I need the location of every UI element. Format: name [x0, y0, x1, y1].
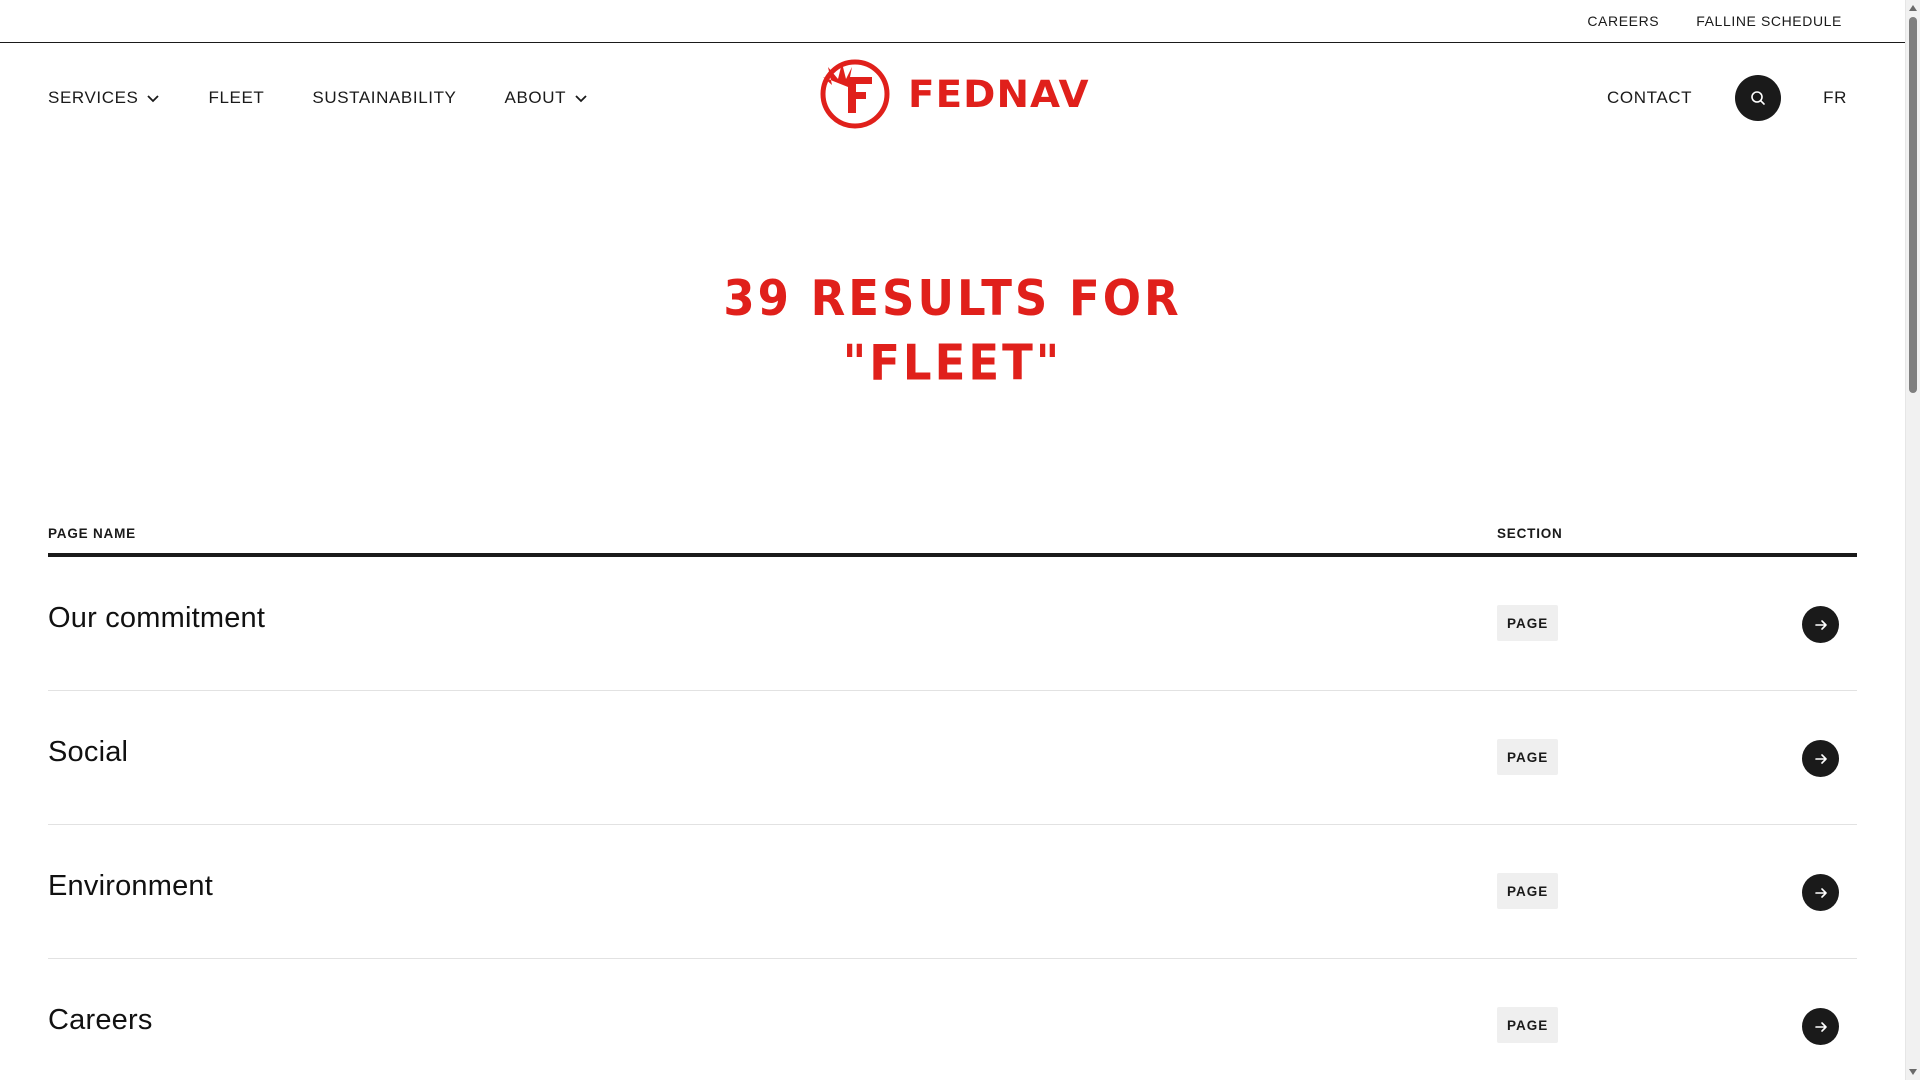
falline-schedule-link[interactable]: FALLINE SCHEDULE	[1696, 13, 1842, 29]
nav-item-sustainability[interactable]: SUSTAINABILITY	[312, 88, 456, 108]
chevron-down-icon	[147, 95, 160, 103]
nav-item-services-label: SERVICES	[48, 88, 139, 107]
scrollbar-thumb[interactable]	[1909, 17, 1917, 393]
section-badge: PAGE	[1497, 1007, 1559, 1043]
table-row[interactable]: Our commitment PAGE	[48, 557, 1857, 691]
result-title[interactable]: Social	[48, 736, 128, 769]
vertical-scrollbar[interactable]	[1905, 0, 1920, 1080]
result-title[interactable]: Careers	[48, 1004, 153, 1037]
nav-item-sustainability-label: SUSTAINABILITY	[312, 88, 457, 107]
result-title[interactable]: Environment	[48, 870, 213, 903]
nav-item-services[interactable]: SERVICES	[48, 88, 160, 108]
open-result-button[interactable]	[1802, 1008, 1839, 1045]
contact-link[interactable]: CONTACT	[1607, 88, 1692, 108]
results-heading: 39 RESULTS FOR "FLEET"	[0, 266, 1905, 396]
table-row[interactable]: Environment PAGE	[48, 825, 1857, 959]
language-toggle[interactable]: FR	[1823, 88, 1847, 108]
scroll-up-arrow-icon[interactable]	[1909, 5, 1917, 11]
open-result-button[interactable]	[1802, 606, 1839, 643]
table-header: PAGE NAME SECTION	[48, 522, 1857, 557]
column-header-page-name: PAGE NAME	[48, 526, 136, 541]
nav-left: SERVICES FLEET SUSTAINABILITY ABOUT	[48, 88, 636, 108]
search-button[interactable]	[1735, 75, 1782, 121]
careers-link[interactable]: CAREERS	[1587, 13, 1659, 29]
nav-item-fleet[interactable]: FLEET	[208, 88, 264, 108]
fednav-emblem-icon	[820, 59, 890, 129]
page: CAREERS FALLINE SCHEDULE SERVICES FLEET …	[0, 0, 1905, 1080]
scroll-down-arrow-icon[interactable]	[1909, 1069, 1917, 1075]
section-badge: PAGE	[1497, 605, 1559, 641]
nav-right: CONTACT FR	[1607, 43, 1847, 153]
table-row[interactable]: Careers PAGE	[48, 959, 1857, 1080]
fednav-logo[interactable]: FEDNAV	[818, 57, 1089, 131]
logo-wordmark: FEDNAV	[908, 72, 1090, 116]
open-result-button[interactable]	[1802, 874, 1839, 911]
results-heading-line1: 39 RESULTS FOR	[723, 269, 1182, 327]
nav-item-fleet-label: FLEET	[208, 88, 265, 107]
arrow-right-icon	[1814, 619, 1827, 630]
arrow-right-icon	[1814, 753, 1827, 764]
arrow-right-icon	[1814, 1021, 1827, 1032]
column-header-section: SECTION	[1497, 526, 1563, 541]
results-heading-line2: "FLEET"	[842, 334, 1063, 392]
result-title[interactable]: Our commitment	[48, 602, 265, 635]
section-badge: PAGE	[1497, 739, 1559, 775]
arrow-right-icon	[1814, 887, 1827, 898]
main-nav: SERVICES FLEET SUSTAINABILITY ABOUT FEDN…	[0, 43, 1905, 153]
nav-item-about-label: ABOUT	[504, 88, 567, 107]
table-row[interactable]: Social PAGE	[48, 691, 1857, 825]
open-result-button[interactable]	[1802, 740, 1839, 777]
nav-item-about[interactable]: ABOUT	[505, 88, 589, 108]
results-table: PAGE NAME SECTION Our commitment PAGE So…	[48, 522, 1857, 1080]
chevron-down-icon	[575, 95, 587, 103]
search-icon	[1751, 91, 1765, 105]
section-badge: PAGE	[1497, 873, 1559, 909]
utility-bar: CAREERS FALLINE SCHEDULE	[0, 0, 1905, 43]
